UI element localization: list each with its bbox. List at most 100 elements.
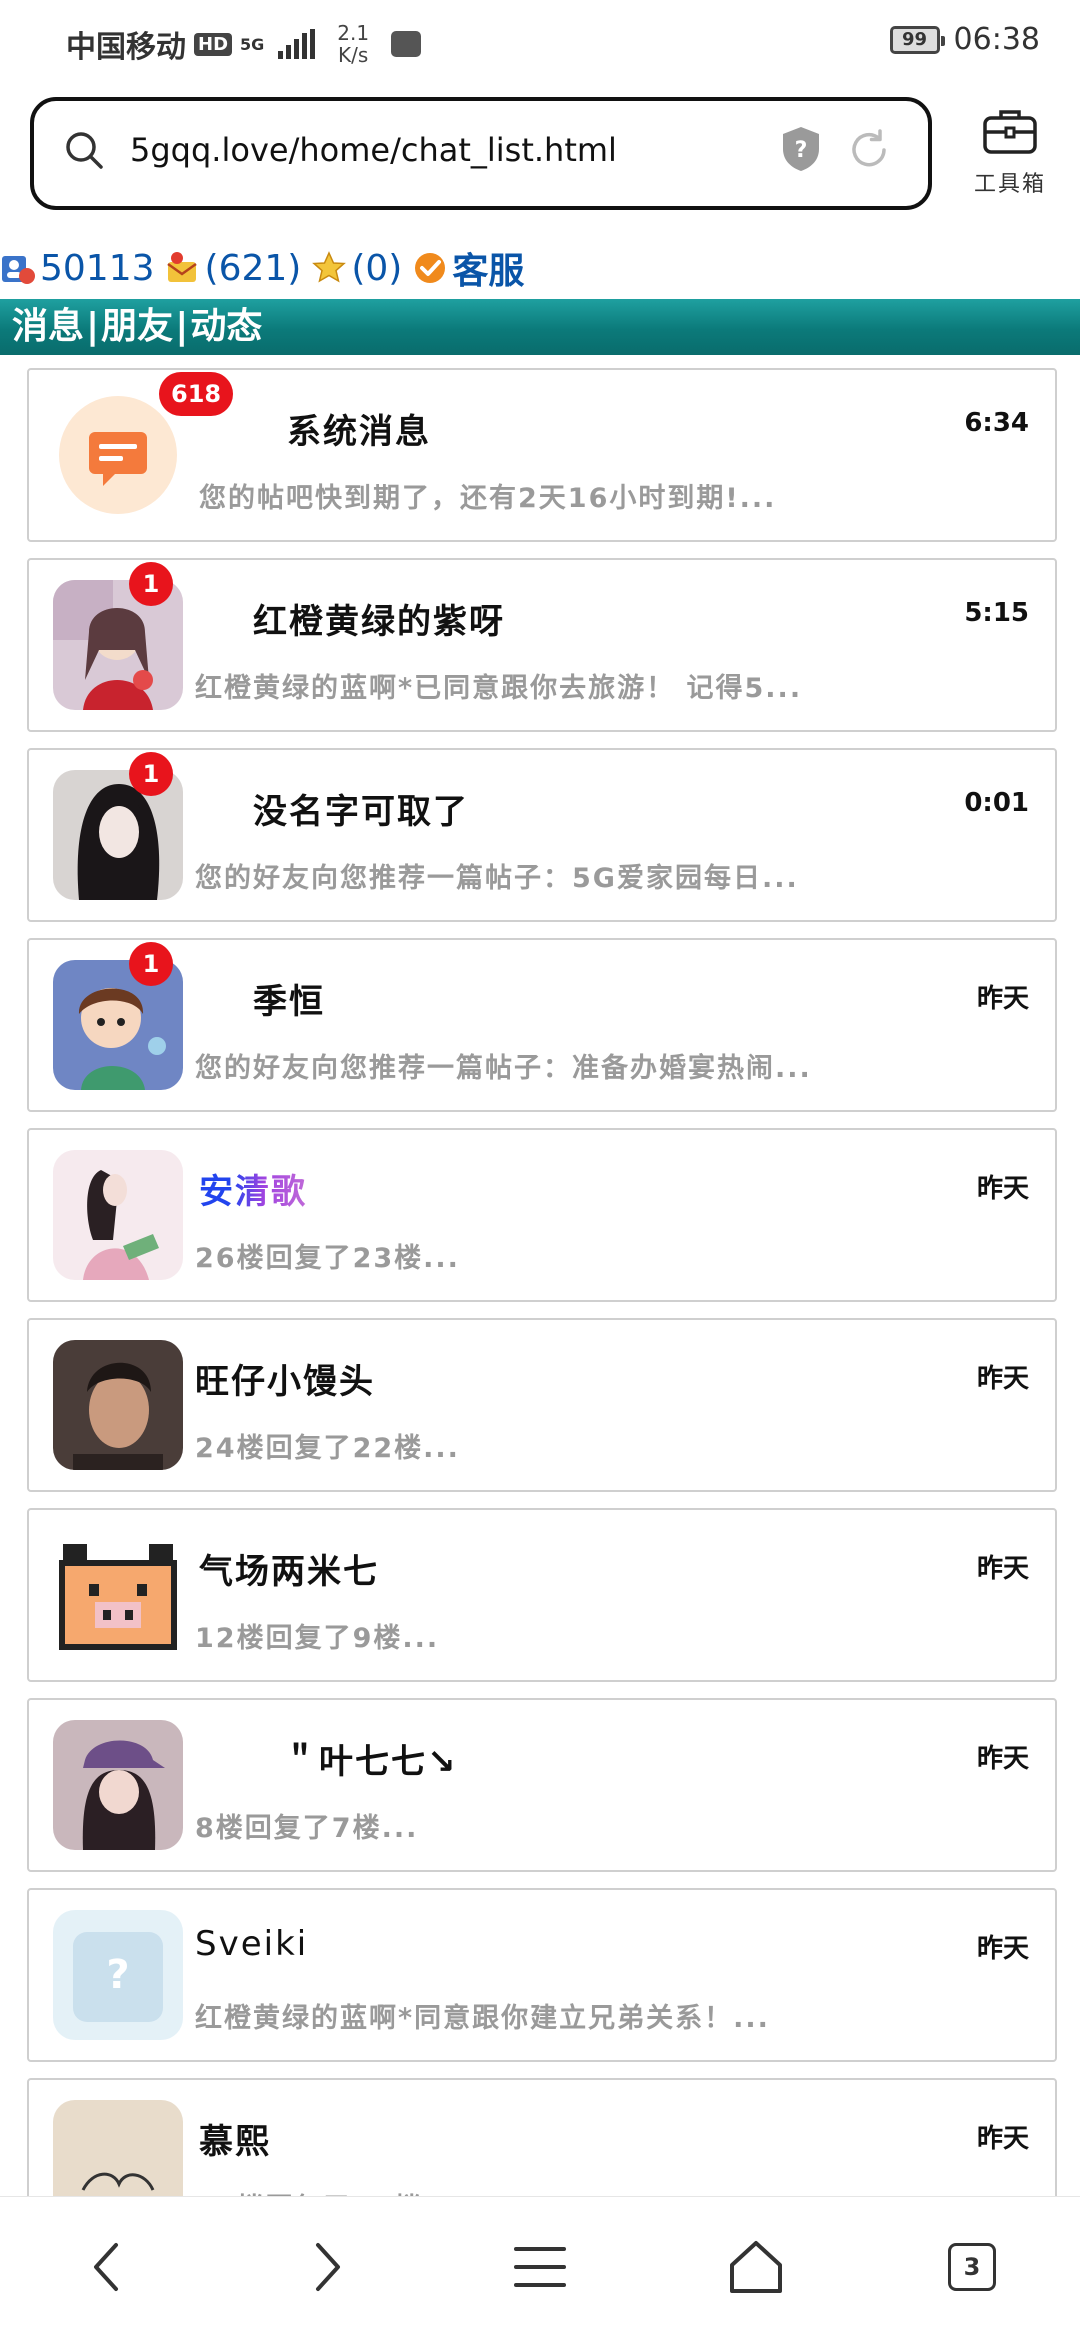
user-card-icon: [2, 256, 35, 284]
chat-list: 618 系统消息 6:34 您的帖吧快到期了，还有2天16小时到期!... 1 …: [27, 368, 1057, 2268]
chat-name: 红橙黄绿的紫呀: [253, 602, 505, 642]
chat-preview: 26楼回复了23楼...: [195, 1243, 460, 1274]
chat-preview: 您的好友向您推荐一篇帖子：5G爱家园每日...: [195, 863, 799, 894]
customer-service-link[interactable]: 客服: [412, 242, 524, 294]
user-id-stat[interactable]: 50113: [0, 248, 155, 289]
carrier-label: 中国移动: [66, 30, 186, 65]
reload-icon[interactable]: [846, 127, 892, 173]
unread-badge: 1: [129, 942, 173, 986]
chat-name: 安清歌: [199, 1164, 307, 1213]
unread-badge: 1: [129, 752, 173, 796]
chat-name: 旺仔小馒头: [195, 1362, 375, 1402]
huawei-app-icon: [391, 31, 422, 57]
chat-time: 昨天: [976, 2124, 1029, 2154]
tab-friends[interactable]: 朋友: [101, 306, 173, 347]
clock: 06:38: [953, 22, 1040, 57]
chat-row[interactable]: 气场两米七 昨天 12楼回复了9楼...: [27, 1508, 1057, 1682]
illustrated-girl-avatar: [53, 1150, 183, 1280]
favorites-stat[interactable]: (0): [311, 248, 402, 289]
chat-time: 昨天: [976, 1364, 1029, 1394]
back-icon[interactable]: [78, 2237, 138, 2297]
url-text[interactable]: 5gqq.love/home/chat_list.html: [130, 131, 617, 169]
mailbox-icon: [166, 252, 197, 282]
chat-time: 昨天: [976, 984, 1029, 1014]
tab-separator: |: [86, 306, 100, 347]
speed-value: 2.1: [337, 21, 370, 45]
user-avatar: ?: [53, 1910, 183, 2040]
chat-preview: 24楼回复了22楼...: [195, 1433, 460, 1464]
user-avatar: [53, 1530, 183, 1660]
svg-text:?: ?: [795, 138, 808, 163]
chat-row[interactable]: 1 没名字可取了 0:01 您的好友向您推荐一篇帖子：5G爱家园每日...: [27, 748, 1057, 922]
chat-row[interactable]: 618 系统消息 6:34 您的帖吧快到期了，还有2天16小时到期!...: [27, 368, 1057, 542]
user-avatar: [53, 1720, 183, 1850]
chat-preview: 8楼回复了7楼...: [195, 1813, 419, 1844]
toolbox-label: 工具箱: [973, 172, 1046, 197]
shield-icon[interactable]: ?: [780, 125, 822, 173]
search-icon: [66, 132, 103, 169]
chat-time: 昨天: [976, 1744, 1029, 1774]
user-avatar: [53, 1340, 183, 1470]
chat-row[interactable]: 安清歌 昨天 26楼回复了23楼...: [27, 1128, 1057, 1302]
address-bar[interactable]: 5gqq.love/home/chat_list.html ?: [30, 97, 932, 210]
man-photo-avatar: [53, 1340, 183, 1470]
network-speed: 2.1 K/s: [337, 22, 369, 66]
unread-badge: 618: [159, 372, 234, 416]
tab-separator: |: [175, 306, 189, 347]
star-icon: [312, 251, 347, 283]
chat-row[interactable]: ＂叶七七↘ 昨天 8楼回复了7楼...: [27, 1698, 1057, 1872]
chat-preview: 12楼回复了9楼...: [195, 1623, 440, 1654]
status-right: 99 06:38: [889, 22, 1040, 57]
tab-messages[interactable]: 消息: [12, 306, 84, 347]
chat-name: Sveiki: [195, 1924, 309, 1964]
chat-preview: 您的好友向您推荐一篇帖子：准备办婚宴热闹...: [195, 1053, 812, 1084]
chat-time: 6:34: [964, 408, 1029, 438]
chat-name: 气场两米七: [199, 1552, 379, 1592]
unread-badge: 1: [129, 562, 173, 606]
chat-name: 季恒: [253, 982, 325, 1022]
toolbox-button[interactable]: 工具箱: [960, 106, 1060, 206]
svg-text:?: ?: [106, 1952, 129, 1998]
tab-feed[interactable]: 动态: [190, 306, 262, 347]
user-stats: 50113 (621) (0) 客服: [0, 240, 534, 296]
chat-preview: 红橙黄绿的蓝啊*同意跟你建立兄弟关系！...: [195, 2003, 770, 2034]
chat-name: ＂叶七七↘: [283, 1742, 458, 1782]
chat-name-text: 安清歌: [199, 1164, 307, 1213]
chat-name: 没名字可取了: [253, 792, 469, 832]
chat-row[interactable]: 1 红橙黄绿的紫呀 5:15 红橙黄绿的蓝啊*已同意跟你去旅游！ 记得5...: [27, 558, 1057, 732]
chat-row[interactable]: 旺仔小馒头 昨天 24楼回复了22楼...: [27, 1318, 1057, 1492]
home-icon[interactable]: [726, 2237, 786, 2297]
battery-icon: 99: [889, 25, 945, 54]
messages-stat[interactable]: (621): [165, 247, 302, 289]
chat-name: 系统消息: [287, 412, 431, 452]
chat-preview: 红橙黄绿的蓝啊*已同意跟你去旅游！ 记得5...: [195, 673, 803, 704]
girl-cap-avatar: [53, 1720, 183, 1850]
chat-row[interactable]: 1 季恒 昨天 您的好友向您推荐一篇帖子：准备办婚宴热闹...: [27, 938, 1057, 1112]
network-label: 5G: [240, 34, 265, 54]
chat-time: 昨天: [976, 1934, 1029, 1964]
chat-preview: 您的帖吧快到期了，还有2天16小时到期!...: [199, 483, 777, 514]
chat-time: 昨天: [976, 1554, 1029, 1584]
menu-icon[interactable]: [510, 2237, 570, 2297]
tabs-count-button[interactable]: 3: [948, 2243, 996, 2291]
chat-name: 慕熙: [199, 2122, 271, 2162]
customer-service-label: 客服: [452, 251, 525, 292]
chat-bubble-icon: [89, 432, 147, 486]
user-id: 50113: [40, 247, 155, 289]
chat-time: 5:15: [964, 598, 1029, 628]
status-left: 中国移动 HD 5G 2.1 K/s: [66, 22, 422, 66]
pixel-pig-avatar: [53, 1530, 183, 1660]
hd-badge: HD: [194, 32, 233, 56]
check-badge-icon: [415, 253, 446, 283]
placeholder-avatar: ?: [53, 1910, 183, 2040]
chat-time: 0:01: [964, 788, 1029, 818]
toolbox-icon: [983, 110, 1037, 154]
speed-unit: K/s: [338, 43, 369, 67]
messages-count: (621): [204, 247, 302, 289]
user-avatar: [53, 1150, 183, 1280]
chat-row[interactable]: ? Sveiki 昨天 红橙黄绿的蓝啊*同意跟你建立兄弟关系！...: [27, 1888, 1057, 2062]
favorites-count: (0): [351, 247, 403, 289]
forward-icon[interactable]: [296, 2237, 356, 2297]
status-bar: 中国移动 HD 5G 2.1 K/s 99 06:38: [0, 0, 1080, 84]
signal-icon: [278, 29, 316, 59]
